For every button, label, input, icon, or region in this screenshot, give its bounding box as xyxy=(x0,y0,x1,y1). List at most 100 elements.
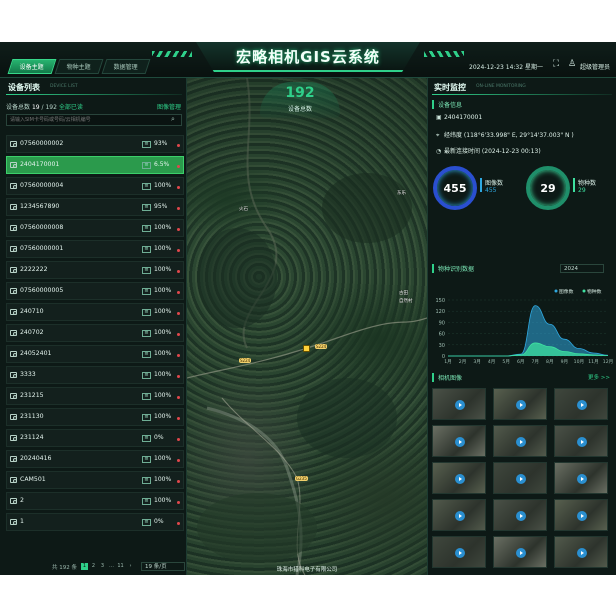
play-icon[interactable] xyxy=(516,474,526,484)
user-name[interactable]: 超级管理员 xyxy=(580,62,610,71)
play-icon[interactable] xyxy=(516,548,526,558)
place-label: 东乐 xyxy=(397,191,406,196)
signal-icon: ≡ xyxy=(142,351,151,358)
device-row[interactable]: CAM501 ≡ 100% xyxy=(6,471,184,489)
play-icon[interactable] xyxy=(577,400,587,410)
signal-icon: ≡ xyxy=(142,330,151,337)
last-connected-value: 最新连接时间 (2024-12-23 00:13) xyxy=(444,148,541,155)
device-row[interactable]: 20240416 ≡ 100% xyxy=(6,450,184,468)
page-2[interactable]: 2 xyxy=(90,563,97,570)
more-images-link[interactable]: 更多 >> xyxy=(588,373,610,381)
tab-data-management[interactable]: 数据管理 xyxy=(101,59,151,74)
signal-icon: ≡ xyxy=(142,435,151,442)
device-row[interactable]: 07560000008 ≡ 100% xyxy=(6,219,184,237)
camera-image-thumbnail[interactable] xyxy=(554,499,608,531)
status-dot xyxy=(177,186,180,189)
signal-icon: ≡ xyxy=(142,204,151,211)
play-icon[interactable] xyxy=(577,474,587,484)
device-row[interactable]: 3333 ≡ 100% xyxy=(6,366,184,384)
app-title: 宏略相机GIS云系统 xyxy=(236,48,380,66)
fullscreen-icon[interactable]: ⛶ xyxy=(551,59,561,69)
play-icon[interactable] xyxy=(455,400,465,410)
camera-image-thumbnail[interactable] xyxy=(432,425,486,457)
camera-image-thumbnail[interactable] xyxy=(432,462,486,494)
play-icon[interactable] xyxy=(577,437,587,447)
camera-image-thumbnail[interactable] xyxy=(554,425,608,457)
play-icon[interactable] xyxy=(455,437,465,447)
play-icon[interactable] xyxy=(577,511,587,521)
device-row[interactable]: 07560000005 ≡ 100% xyxy=(6,282,184,300)
device-search-input[interactable] xyxy=(6,114,182,126)
camera-image-thumbnail[interactable] xyxy=(432,536,486,568)
device-row[interactable]: 231215 ≡ 100% xyxy=(6,387,184,405)
device-row[interactable]: 1 ≡ 0% xyxy=(6,513,184,531)
device-id: 07560000004 xyxy=(20,182,64,189)
device-list-subtitle: DEVICE LIST xyxy=(50,84,78,89)
device-row[interactable]: 240710 ≡ 100% xyxy=(6,303,184,321)
device-row[interactable]: 231130 ≡ 100% xyxy=(6,408,184,426)
count-label: 设备总数 xyxy=(6,104,31,111)
x-tick-label: 10月 xyxy=(574,359,584,365)
clock-icon: ◔ xyxy=(436,148,442,155)
device-row[interactable]: 07560000001 ≡ 100% xyxy=(6,240,184,258)
camera-image-thumbnail[interactable] xyxy=(493,425,547,457)
device-row[interactable]: 2404170001 ≡ 6.5% xyxy=(6,156,184,174)
camera-image-thumbnail[interactable] xyxy=(493,388,547,420)
page-size-select[interactable]: 19 条/页 xyxy=(141,562,185,571)
device-marker-icon[interactable] xyxy=(303,345,310,352)
search-icon[interactable]: ⌕ xyxy=(171,115,175,124)
device-id: 2404170001 xyxy=(20,161,60,168)
device-row[interactable]: 07560000002 ≡ 93% xyxy=(6,135,184,153)
x-tick-label: 1月 xyxy=(444,359,452,365)
total-count: 192 xyxy=(45,104,57,111)
tab-device[interactable]: 设备主题 xyxy=(7,59,57,74)
play-icon[interactable] xyxy=(516,400,526,410)
status-dot xyxy=(177,522,180,525)
play-icon[interactable] xyxy=(516,437,526,447)
device-row[interactable]: 240702 ≡ 100% xyxy=(6,324,184,342)
pager-total: 共 192 条 xyxy=(52,565,77,571)
play-icon[interactable] xyxy=(455,548,465,558)
device-row[interactable]: 24052401 ≡ 100% xyxy=(6,345,184,363)
battery-level: 100% xyxy=(154,266,172,273)
company-footer: 珠海市猎科电子有限公司 xyxy=(276,567,338,573)
camera-image-thumbnail[interactable] xyxy=(554,462,608,494)
legend-label: 物种数 xyxy=(587,288,602,295)
battery-level: 0% xyxy=(154,434,164,441)
signal-icon: ≡ xyxy=(142,498,151,505)
camera-image-thumbnail[interactable] xyxy=(493,462,547,494)
camera-image-thumbnail[interactable] xyxy=(493,536,547,568)
device-row[interactable]: 1234567890 ≡ 95% xyxy=(6,198,184,216)
device-row[interactable]: 2222222 ≡ 100% xyxy=(6,261,184,279)
user-icon[interactable]: ♙ xyxy=(567,59,577,69)
camera-image-thumbnail[interactable] xyxy=(432,499,486,531)
play-icon[interactable] xyxy=(577,548,587,558)
page-ellipsis: … xyxy=(109,563,114,569)
status-dot xyxy=(177,354,180,357)
next-page-icon[interactable]: › xyxy=(127,563,134,570)
status-dot xyxy=(177,291,180,294)
device-row[interactable]: 231124 ≡ 0% xyxy=(6,429,184,447)
device-id: CAM501 xyxy=(20,476,46,483)
device-id: 2404170001 xyxy=(444,114,483,121)
play-icon[interactable] xyxy=(455,474,465,484)
page-11[interactable]: 11 xyxy=(117,563,124,570)
play-icon[interactable] xyxy=(455,511,465,521)
status-dot xyxy=(177,144,180,147)
camera-image-thumbnail[interactable] xyxy=(554,388,608,420)
play-icon[interactable] xyxy=(516,511,526,521)
device-id-line: ▣ 2404170001 xyxy=(436,114,482,121)
satellite-map[interactable]: 192 设备总数 火石 东乐 古田 自然村 S224 S224 G235 xyxy=(187,78,427,575)
page-1[interactable]: 1 xyxy=(81,563,88,570)
tab-species[interactable]: 物种主题 xyxy=(54,59,104,74)
device-row[interactable]: 2 ≡ 100% xyxy=(6,492,184,510)
camera-image-thumbnail[interactable] xyxy=(493,499,547,531)
image-management-link[interactable]: 图像管理 xyxy=(157,102,181,111)
year-select[interactable]: 2024 xyxy=(560,264,604,273)
camera-image-thumbnail[interactable] xyxy=(554,536,608,568)
online-filter[interactable]: 全部已读 xyxy=(59,104,83,111)
camera-image-thumbnail[interactable] xyxy=(432,388,486,420)
page-3[interactable]: 3 xyxy=(99,563,106,570)
camera-icon xyxy=(10,225,17,231)
device-row[interactable]: 07560000004 ≡ 100% xyxy=(6,177,184,195)
